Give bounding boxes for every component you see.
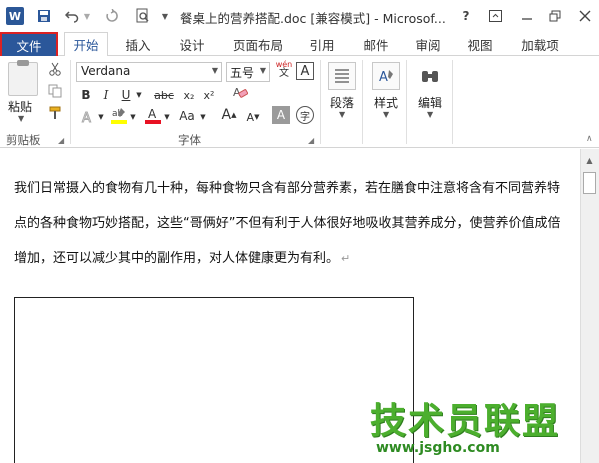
paragraph-label: 段落 (329, 96, 354, 110)
styles-label: 样式 (373, 96, 398, 110)
tab-review[interactable]: 审阅 (406, 32, 450, 56)
clear-formatting-icon[interactable]: A (230, 84, 250, 102)
enclose-characters-button[interactable]: 字 (296, 106, 314, 124)
character-border-button[interactable]: A (296, 62, 314, 80)
svg-text:A: A (82, 111, 91, 125)
font-color-dropdown-icon[interactable]: ▼ (162, 108, 172, 126)
ribbon-home: 粘贴 ▼ 剪贴板 ◢ Verdana ▼ 五号 ▼ wén 文 A B I U … (0, 56, 599, 148)
document-title: 餐桌上的营养搭配.doc [兼容模式] - Microsof... (180, 11, 446, 26)
highlight-dropdown-icon[interactable]: ▼ (128, 108, 138, 126)
shrink-font-button[interactable]: A ▼ (244, 108, 262, 126)
chevron-down-icon: ▼ (427, 110, 434, 119)
undo-icon[interactable] (64, 7, 80, 25)
copy-icon[interactable] (46, 82, 64, 100)
tab-add-ins[interactable]: 加载项 (514, 32, 566, 56)
print-preview-icon[interactable] (134, 7, 152, 25)
character-shading-button[interactable]: A (272, 106, 290, 124)
phonetic-char: 文 (279, 68, 289, 79)
scroll-up-icon[interactable]: ▲ (582, 153, 597, 167)
change-case-button[interactable]: Aa (176, 107, 198, 125)
underline-button[interactable]: U (118, 86, 134, 104)
ribbon-tab-row: 文件 开始 插入 设计 页面布局 引用 邮件 审阅 视图 加载项 (0, 32, 599, 58)
minimize-icon[interactable] (516, 7, 538, 25)
editing-label: 编辑 (417, 96, 442, 110)
paragraph-icon (328, 62, 356, 90)
paragraph-text: 我们日常摄入的食物有几十种，每种食物只含有部分营养素，若在膳食中注意将含有不同营… (14, 181, 561, 266)
font-group-label: 字体 (178, 133, 201, 147)
grow-font-button[interactable]: A ▲ (220, 106, 238, 124)
font-launcher-icon[interactable]: ◢ (308, 136, 314, 145)
svg-text:A: A (148, 107, 157, 121)
image-frame[interactable] (14, 297, 414, 463)
watermark-url: www.jsgho.com (376, 440, 500, 456)
word-app-icon[interactable]: W (6, 7, 24, 25)
help-button[interactable]: ? (455, 7, 477, 25)
chevron-down-icon: ▼ (383, 110, 390, 119)
strikethrough-button[interactable]: abc (152, 86, 176, 104)
close-icon[interactable] (574, 7, 596, 25)
tab-insert[interactable]: 插入 (116, 32, 160, 56)
paragraph-mark: ↵ (341, 252, 351, 265)
paste-label[interactable]: 粘贴 (8, 98, 32, 115)
tab-references[interactable]: 引用 (300, 32, 344, 56)
italic-button[interactable]: I (98, 86, 114, 104)
chevron-down-icon: ▼ (259, 66, 266, 75)
cut-icon[interactable] (46, 60, 64, 78)
paste-icon[interactable] (8, 60, 38, 96)
change-case-dropdown-icon[interactable]: ▼ (198, 108, 208, 126)
styles-icon: A (372, 62, 400, 90)
ribbon-display-options-icon[interactable] (484, 7, 506, 25)
title-bar: W ▼ ▼ 餐桌上的营养搭配.doc [兼容模式] - Microsof... … (0, 0, 599, 32)
format-painter-icon[interactable] (46, 104, 64, 122)
group-divider (70, 60, 71, 144)
styles-button[interactable]: A 样式 ▼ (366, 60, 406, 126)
text-effects-dropdown-icon[interactable]: ▼ (96, 108, 106, 126)
save-icon[interactable] (36, 7, 52, 25)
vertical-scrollbar[interactable] (580, 149, 599, 463)
text-effects-button[interactable]: A (78, 108, 98, 126)
font-size-select[interactable]: 五号 ▼ (226, 62, 270, 82)
shrink-font-label: A (246, 110, 255, 124)
editing-button[interactable]: 编辑 ▼ (410, 60, 450, 126)
bold-button[interactable]: B (78, 86, 94, 104)
subscript-button[interactable]: x₂ (180, 86, 198, 104)
font-color-icon[interactable]: A (144, 106, 162, 124)
customize-quick-access-icon[interactable]: ▼ (160, 7, 170, 25)
underline-dropdown-icon[interactable]: ▼ (134, 86, 144, 104)
tab-design[interactable]: 设计 (170, 32, 214, 56)
group-divider (362, 60, 363, 144)
undo-dropdown-icon[interactable]: ▼ (82, 7, 92, 25)
group-divider (452, 60, 453, 144)
font-size-value: 五号 (230, 66, 255, 80)
highlight-color-icon[interactable]: ab (110, 106, 128, 124)
scrollbar-thumb[interactable] (583, 172, 596, 194)
tab-home[interactable]: 开始 (64, 32, 108, 57)
clipboard-group-label: 剪贴板 (6, 133, 41, 147)
binoculars-icon (416, 62, 444, 90)
document-paragraph[interactable]: 我们日常摄入的食物有几十种，每种食物只含有部分营养素，若在膳食中注意将含有不同营… (14, 171, 570, 276)
chevron-down-icon: ▼ (339, 110, 346, 119)
tab-page-layout[interactable]: 页面布局 (226, 32, 290, 56)
clipboard-launcher-icon[interactable]: ◢ (58, 136, 64, 145)
chevron-down-icon: ▼ (211, 66, 218, 75)
tab-view[interactable]: 视图 (458, 32, 502, 56)
redo-icon[interactable] (104, 7, 120, 25)
group-divider (406, 60, 407, 144)
paragraph-button[interactable]: 段落 ▼ (322, 60, 362, 126)
restore-icon[interactable] (544, 7, 566, 25)
superscript-button[interactable]: x² (200, 86, 218, 104)
group-divider (320, 60, 321, 144)
grow-font-label: A (221, 107, 232, 123)
font-name-select[interactable]: Verdana ▼ (76, 62, 222, 82)
svg-text:A: A (379, 70, 388, 85)
collapse-ribbon-icon[interactable]: ∧ (586, 134, 593, 144)
font-name-value: Verdana (81, 64, 131, 78)
watermark-title: 技术员联盟 (370, 401, 561, 442)
phonetic-guide-button[interactable]: wén 文 (274, 60, 294, 79)
tab-mailings[interactable]: 邮件 (354, 32, 398, 56)
paste-dropdown-icon[interactable]: ▼ (18, 114, 24, 123)
tab-file[interactable]: 文件 (0, 32, 58, 58)
